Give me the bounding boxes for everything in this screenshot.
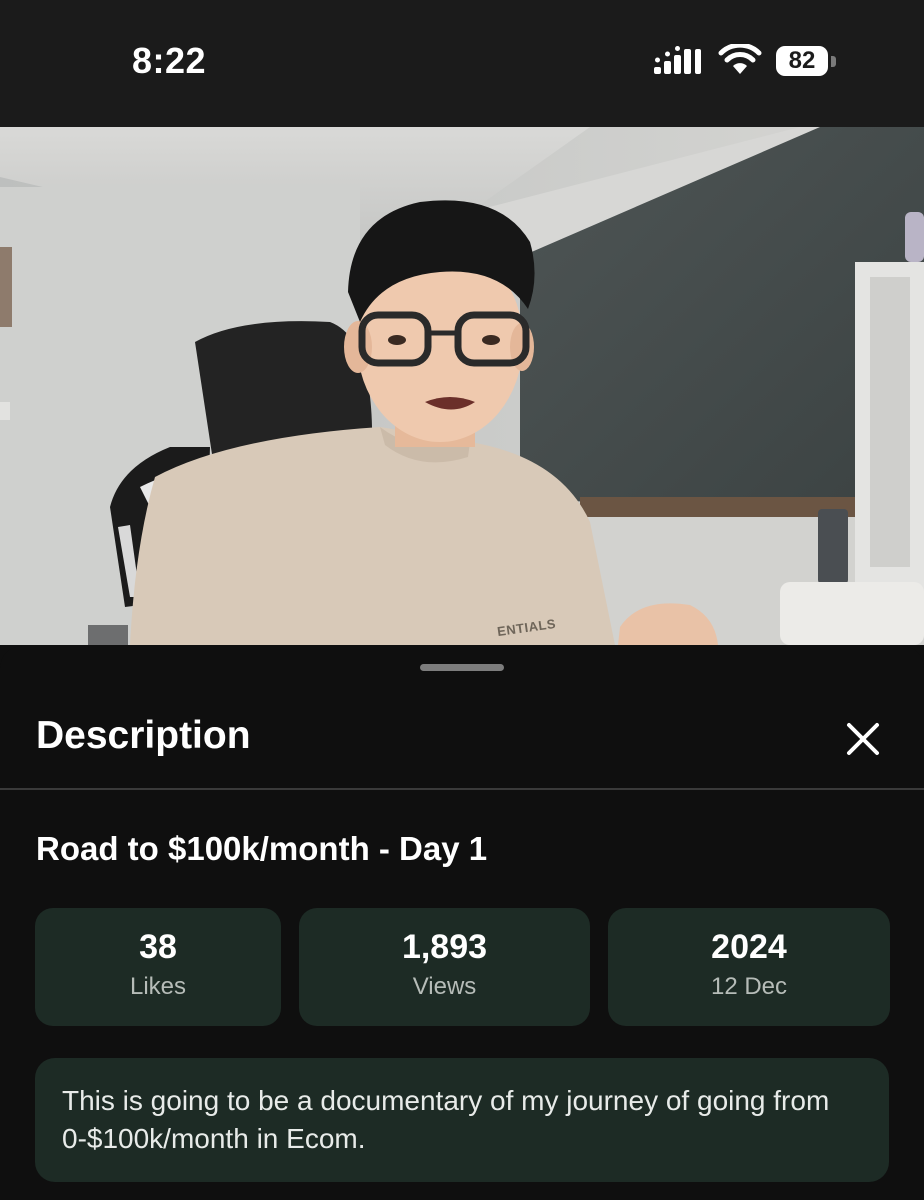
publish-date: 12 Dec xyxy=(710,973,788,1000)
cellular-signal-icon xyxy=(654,46,701,74)
description-sheet: Description Road to $100k/month - Day 1 … xyxy=(0,646,924,1200)
status-bar: 8:22 82 xyxy=(0,0,924,127)
status-time: 8:22 xyxy=(132,40,207,81)
description-box[interactable]: This is going to be a documentary of my … xyxy=(35,1058,889,1182)
battery-indicator: 82 xyxy=(776,46,828,76)
drag-handle[interactable] xyxy=(420,664,504,671)
close-button[interactable] xyxy=(836,712,890,766)
likes-label: Likes xyxy=(129,973,187,1000)
date-card: 2024 12 Dec xyxy=(608,908,890,1026)
sheet-title: Description xyxy=(36,714,251,757)
close-icon xyxy=(847,723,879,755)
wifi-icon xyxy=(718,44,762,74)
likes-count: 38 xyxy=(139,928,177,966)
description-text: This is going to be a documentary of my … xyxy=(62,1085,830,1154)
views-card: 1,893 Views xyxy=(299,908,590,1026)
divider xyxy=(0,788,924,790)
video-title: Road to $100k/month - Day 1 xyxy=(36,830,488,867)
video-player[interactable]: ENTIALS xyxy=(0,127,924,645)
views-count: 1,893 xyxy=(401,928,488,966)
video-frame xyxy=(0,127,924,645)
views-label: Views xyxy=(412,973,477,1000)
battery-nub xyxy=(831,56,836,67)
publish-year: 2024 xyxy=(711,928,787,966)
likes-card[interactable]: 38 Likes xyxy=(35,908,281,1026)
